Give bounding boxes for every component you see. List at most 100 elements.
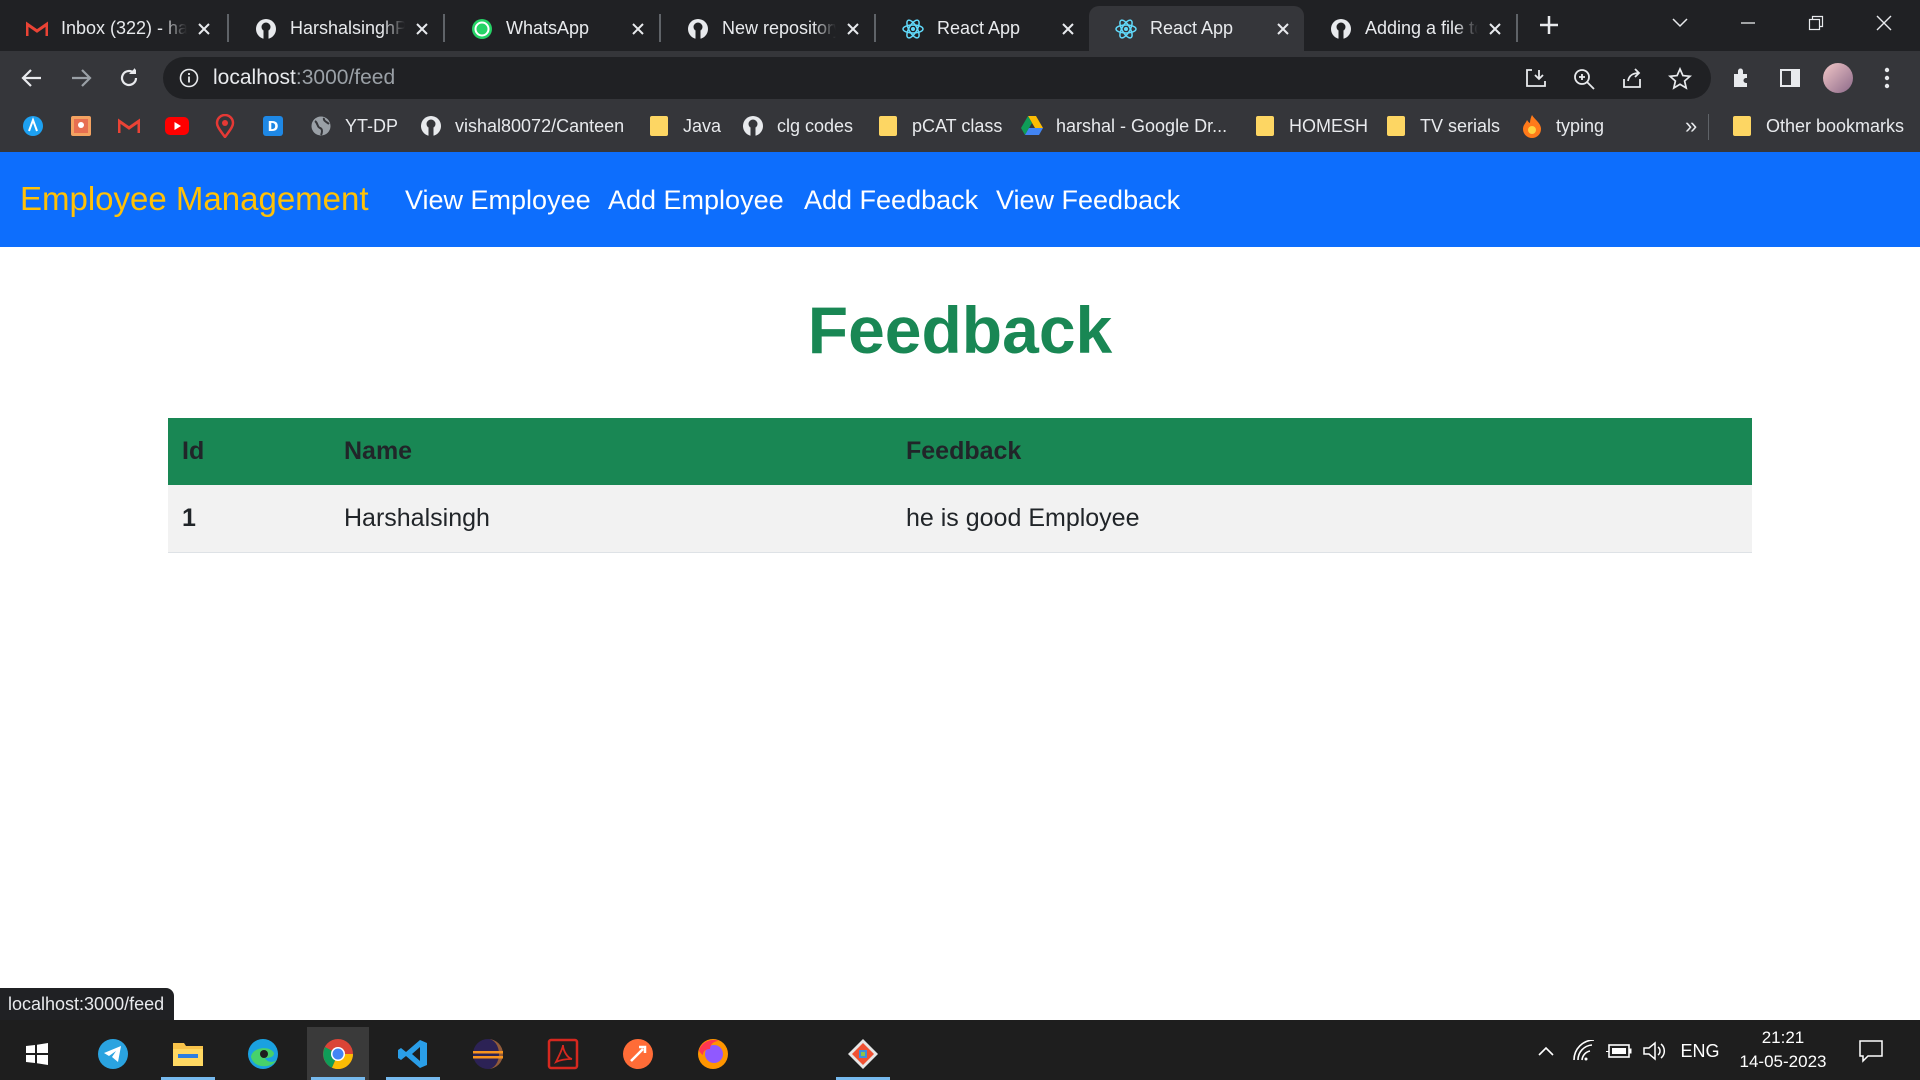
- menu-icon[interactable]: [1872, 63, 1902, 93]
- reload-icon: [120, 68, 138, 87]
- bookmark-typing[interactable]: typing: [1520, 106, 1604, 146]
- edge-icon: [248, 1038, 278, 1069]
- taskbar-eclipse[interactable]: [457, 1027, 519, 1080]
- address-bar[interactable]: localhost:3000/feed: [163, 57, 1711, 99]
- url-text[interactable]: localhost:3000/feed: [213, 66, 395, 90]
- extensions-icon[interactable]: [1727, 63, 1757, 93]
- bookmark-gmail[interactable]: [117, 106, 141, 146]
- nav-link-view-employee[interactable]: View Employee: [405, 182, 591, 218]
- tab-react-app-1[interactable]: React App: [876, 6, 1089, 51]
- zoom-icon[interactable]: [1570, 65, 1598, 93]
- tab-react-app-active[interactable]: React App: [1089, 6, 1304, 51]
- notification-icon: [1859, 1040, 1883, 1063]
- bookmark-tv-serials[interactable]: TV serials: [1384, 106, 1500, 146]
- install-app-icon[interactable]: [1522, 65, 1550, 93]
- whatsapp-icon: [470, 17, 494, 41]
- bookmark-google-drive[interactable]: harshal - Google Dr...: [1020, 106, 1227, 146]
- minimize-icon: [1741, 21, 1755, 24]
- close-icon[interactable]: [1484, 18, 1506, 40]
- fire-app-icon: [1520, 114, 1544, 138]
- taskbar-file-explorer[interactable]: [157, 1027, 219, 1080]
- notification-center-button[interactable]: [1856, 1038, 1886, 1064]
- tab-new-repository[interactable]: New repository: [661, 6, 874, 51]
- close-icon[interactable]: [411, 18, 433, 40]
- tab-search-button[interactable]: [1645, 0, 1715, 45]
- github-icon: [686, 17, 710, 41]
- bookmark-vishal-canteen[interactable]: vishal80072/Canteen: [419, 106, 624, 146]
- bookmark-homesh[interactable]: HOMESH: [1253, 106, 1368, 146]
- battery-button[interactable]: [1604, 1038, 1634, 1064]
- bookmark-yt-dp[interactable]: YT-DP: [309, 106, 398, 146]
- new-tab-button[interactable]: [1535, 11, 1563, 39]
- tab-gmail[interactable]: Inbox (322) - harshal: [0, 6, 225, 51]
- tab-whatsapp[interactable]: WhatsApp: [445, 6, 659, 51]
- close-window-button[interactable]: [1851, 0, 1917, 45]
- side-panel-icon[interactable]: [1775, 63, 1805, 93]
- language-indicator[interactable]: ENG: [1680, 1038, 1720, 1064]
- bookmark-location[interactable]: [213, 106, 237, 146]
- bookmark-label: HOMESH: [1289, 115, 1369, 136]
- git-gui-icon: [848, 1038, 878, 1069]
- star-icon[interactable]: [1666, 65, 1694, 93]
- bookmark-blue-app[interactable]: [21, 106, 45, 146]
- speaker-icon: [1643, 1041, 1666, 1061]
- close-icon[interactable]: [1057, 18, 1079, 40]
- taskbar-git-gui[interactable]: [832, 1027, 894, 1080]
- taskbar-acrobat[interactable]: [532, 1027, 594, 1080]
- github-icon: [741, 114, 765, 138]
- info-icon[interactable]: [177, 66, 201, 90]
- blue-app-icon: [21, 114, 45, 138]
- tab-github-profile[interactable]: HarshalsinghPatil: [229, 6, 443, 51]
- bookmarks-overflow-label: »: [1685, 113, 1698, 138]
- nav-link-view-feedback[interactable]: View Feedback: [996, 182, 1180, 218]
- tray-overflow-button[interactable]: [1533, 1038, 1559, 1064]
- bookmark-pcat-class[interactable]: pCAT class: [876, 106, 1002, 146]
- taskbar-firefox[interactable]: [682, 1027, 744, 1080]
- bookmark-image-app[interactable]: [69, 106, 93, 146]
- tab-adding-file[interactable]: Adding a file to: [1304, 6, 1516, 51]
- firefox-icon: [698, 1038, 728, 1069]
- bookmark-clg-codes[interactable]: clg codes: [741, 106, 853, 146]
- acrobat-icon: [547, 1038, 579, 1069]
- cell-id: 1: [168, 485, 330, 553]
- network-button[interactable]: [1570, 1038, 1598, 1064]
- bookmarks-overflow-button[interactable]: »: [1685, 106, 1697, 146]
- close-icon[interactable]: [627, 18, 649, 40]
- bookmark-other-bookmarks[interactable]: Other bookmarks: [1730, 106, 1904, 146]
- start-button[interactable]: [6, 1027, 68, 1080]
- taskbar-vscode[interactable]: [382, 1027, 444, 1080]
- nav-link-add-employee[interactable]: Add Employee: [608, 182, 784, 218]
- column-header-name: Name: [330, 418, 892, 485]
- gmail-icon: [117, 114, 141, 138]
- volume-button[interactable]: [1640, 1038, 1670, 1064]
- taskbar-chrome[interactable]: [307, 1027, 369, 1080]
- close-icon[interactable]: [842, 18, 864, 40]
- folder-icon: [1253, 114, 1277, 138]
- taskbar-telegram[interactable]: [82, 1027, 144, 1080]
- forward-button[interactable]: [63, 60, 99, 96]
- app-navbar: Employee Management View Employee Add Em…: [0, 152, 1920, 247]
- close-icon[interactable]: [1272, 18, 1294, 40]
- bookmark-d-app[interactable]: D: [261, 106, 285, 146]
- share-icon[interactable]: [1618, 65, 1646, 93]
- bookmark-label: Java: [683, 115, 722, 136]
- postman-icon: [623, 1038, 653, 1069]
- taskbar-clock[interactable]: 21:21 14-05-2023: [1716, 1026, 1850, 1074]
- restore-button[interactable]: [1783, 0, 1849, 45]
- bookmark-label: YT-DP: [345, 115, 399, 136]
- arrow-right-icon: [72, 69, 92, 87]
- tab-title: React App: [1150, 18, 1234, 38]
- close-icon[interactable]: [193, 18, 215, 40]
- tab-separator: [1516, 14, 1518, 42]
- nav-link-add-feedback[interactable]: Add Feedback: [804, 182, 978, 218]
- navbar-brand[interactable]: Employee Management: [20, 179, 369, 219]
- bookmark-java[interactable]: Java: [647, 106, 721, 146]
- back-button[interactable]: [14, 60, 50, 96]
- taskbar-postman[interactable]: [607, 1027, 669, 1080]
- profile-avatar[interactable]: [1823, 63, 1853, 93]
- minimize-button[interactable]: [1715, 0, 1781, 45]
- reload-button[interactable]: [111, 60, 147, 96]
- bookmark-youtube[interactable]: [165, 106, 189, 146]
- taskbar-edge[interactable]: [232, 1027, 294, 1080]
- chevron-down-icon: [1672, 17, 1688, 27]
